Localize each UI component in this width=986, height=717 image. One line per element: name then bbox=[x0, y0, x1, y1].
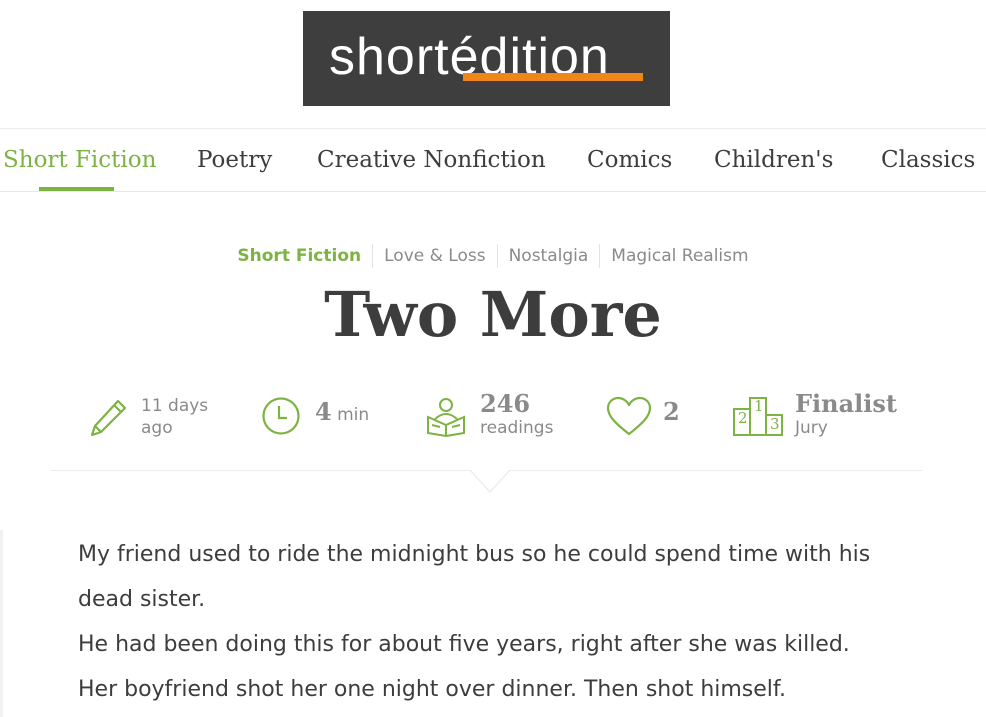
nav-item-poetry[interactable]: Poetry bbox=[197, 129, 272, 191]
clock-icon bbox=[262, 397, 300, 435]
pencil-icon bbox=[90, 399, 127, 437]
site-logo[interactable]: shortédition bbox=[303, 11, 670, 106]
award-subtitle: Jury bbox=[795, 418, 828, 438]
likes: 2 bbox=[663, 400, 680, 426]
readings-label: readings bbox=[480, 418, 554, 438]
nav-item-childrens[interactable]: Children's bbox=[714, 129, 833, 191]
story-line: dead sister. bbox=[78, 587, 206, 612]
active-tab-underline bbox=[39, 187, 114, 191]
read-time-value: 4 bbox=[315, 397, 332, 426]
podium-icon: 2 1 3 bbox=[732, 395, 784, 437]
published-date: 11 days ago bbox=[141, 395, 208, 439]
podium-digit-2: 2 bbox=[738, 409, 748, 427]
tag-nostalgia[interactable]: Nostalgia bbox=[496, 244, 600, 268]
likes-count: 2 bbox=[663, 397, 680, 426]
podium-digit-1: 1 bbox=[754, 397, 764, 415]
heart-icon[interactable] bbox=[605, 396, 653, 438]
tag-love-loss[interactable]: Love & Loss bbox=[372, 244, 496, 268]
story-line: Her boyfriend shot her one night over di… bbox=[78, 677, 787, 702]
story-title: Two More bbox=[324, 278, 662, 351]
logo-underline-bar bbox=[463, 73, 643, 81]
story-body: My friend used to ride the midnight bus … bbox=[78, 532, 958, 712]
left-scroll-edge bbox=[0, 530, 3, 717]
date-line-1: 11 days bbox=[141, 396, 209, 416]
nav-item-short-fiction[interactable]: Short Fiction bbox=[3, 129, 156, 191]
story-line: My friend used to ride the midnight bus … bbox=[78, 542, 871, 567]
story-stats: 11 days ago 4 min 246 readings 2 2 1 3 F… bbox=[50, 385, 922, 471]
award-title: Finalist bbox=[795, 389, 897, 418]
category-nav: Short Fiction Poetry Creative Nonfiction… bbox=[0, 128, 986, 192]
reader-icon bbox=[427, 398, 465, 437]
nav-item-creative-nonfiction[interactable]: Creative Nonfiction bbox=[317, 129, 546, 191]
tag-short-fiction[interactable]: Short Fiction bbox=[226, 244, 372, 268]
award: Finalist Jury bbox=[795, 391, 897, 439]
divider-notch-fill bbox=[470, 469, 510, 491]
logo-wordmark: shortédition bbox=[329, 28, 610, 81]
nav-item-comics[interactable]: Comics bbox=[587, 129, 672, 191]
tag-magical-realism[interactable]: Magical Realism bbox=[599, 244, 759, 268]
podium-digit-3: 3 bbox=[770, 415, 780, 433]
readings-count: 246 bbox=[480, 389, 531, 418]
nav-item-classics[interactable]: Classics bbox=[881, 129, 975, 191]
date-line-2: ago bbox=[141, 418, 173, 438]
read-time: 4 min bbox=[315, 400, 370, 426]
read-time-unit: min bbox=[337, 405, 370, 425]
story-line: He had been doing this for about five ye… bbox=[78, 632, 850, 657]
readings: 246 readings bbox=[480, 391, 553, 439]
story-tags: Short Fiction Love & Loss Nostalgia Magical… bbox=[0, 244, 986, 268]
